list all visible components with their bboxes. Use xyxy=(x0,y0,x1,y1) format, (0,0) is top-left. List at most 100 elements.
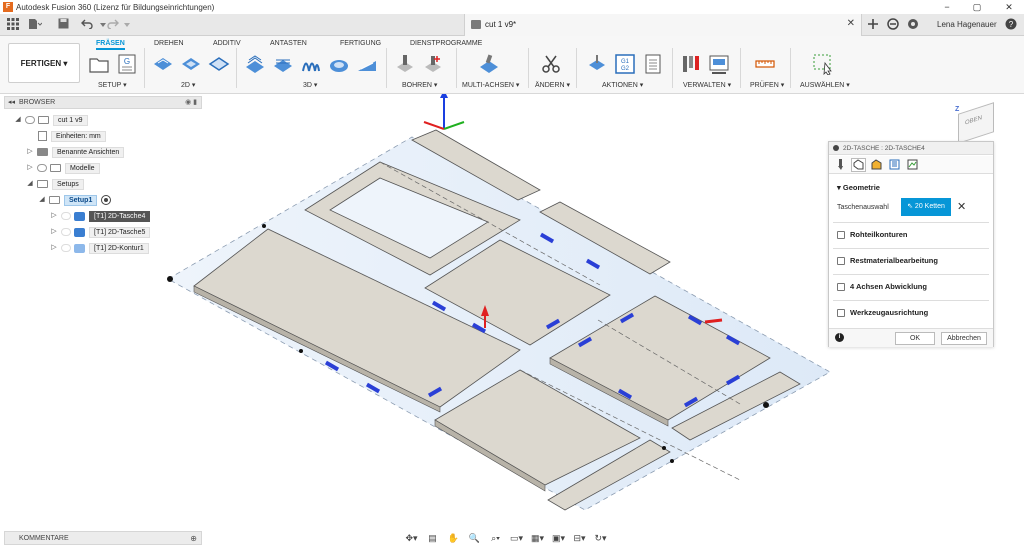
drill-icon[interactable] xyxy=(394,53,416,75)
info-icon[interactable]: i xyxy=(835,333,844,342)
scissors-icon[interactable] xyxy=(540,53,562,75)
geometry-tab-icon[interactable] xyxy=(851,158,866,172)
pan-icon[interactable]: ✋ xyxy=(444,531,463,545)
3d-contour-icon[interactable] xyxy=(328,53,350,75)
pocket-selection-label: Taschenauswahl xyxy=(837,204,889,211)
checkbox[interactable] xyxy=(837,256,845,265)
undo-icon[interactable] xyxy=(80,18,94,32)
tab-antasten[interactable]: ANTASTEN xyxy=(270,40,307,47)
workspace-switcher[interactable]: FERTIGEN ▾ xyxy=(8,43,80,83)
pocket-selection-button[interactable]: ⇖ 20 Ketten xyxy=(901,198,951,216)
grid-settings-icon[interactable]: ▦▾ xyxy=(528,531,547,545)
linking-tab-icon[interactable] xyxy=(905,158,920,172)
group-2d[interactable]: 2D ▾ xyxy=(181,81,195,89)
3d-pocket-icon[interactable] xyxy=(272,53,294,75)
refresh-icon[interactable]: ↻▾ xyxy=(591,531,610,545)
multi-axis-icon[interactable] xyxy=(478,53,500,75)
notifications-icon[interactable] xyxy=(906,18,920,32)
group-3d[interactable]: 3D ▾ xyxy=(303,81,317,89)
document-tab[interactable]: cut 1 v9* ✕ xyxy=(464,14,862,36)
group-aktionen[interactable]: AKTIONEN ▾ xyxy=(602,81,643,89)
zoom-icon[interactable]: 🔍 xyxy=(465,531,484,545)
option-werkzeugausrichtung[interactable]: Werkzeugausrichtung xyxy=(837,308,987,317)
3d-adaptive-icon[interactable] xyxy=(244,53,266,75)
2d-pocket-icon[interactable] xyxy=(180,53,202,75)
cancel-button[interactable]: Abbrechen xyxy=(941,332,987,345)
checkbox[interactable] xyxy=(837,308,845,317)
measure-icon[interactable] xyxy=(754,53,776,75)
document-icon xyxy=(471,20,481,29)
tool-library-icon[interactable] xyxy=(680,53,702,75)
heights-tab-icon[interactable] xyxy=(869,158,884,172)
group-bohren[interactable]: BOHREN ▾ xyxy=(402,81,437,89)
orbit-icon[interactable]: ✥▾ xyxy=(402,531,421,545)
ribbon-separator xyxy=(386,48,387,88)
dialog-title-bar[interactable]: 2D-TASCHE : 2D-TASCHE4 xyxy=(829,142,993,155)
svg-text:G1: G1 xyxy=(621,59,630,65)
restore-button[interactable]: ▢ xyxy=(962,0,992,14)
help-icon[interactable]: ? xyxy=(1004,18,1018,32)
thread-icon[interactable] xyxy=(422,53,444,75)
option-label: Rohteilkonturen xyxy=(850,230,908,239)
redo-icon[interactable] xyxy=(106,18,120,32)
viewports-icon[interactable]: ▣▾ xyxy=(549,531,568,545)
minimize-button[interactable]: − xyxy=(932,0,962,14)
group-multi-achsen[interactable]: MULTI-ACHSEN ▾ xyxy=(462,81,519,89)
tab-additiv[interactable]: ADDITIV xyxy=(213,40,241,47)
option-label: Werkzeugausrichtung xyxy=(850,308,929,317)
simulate-icon[interactable] xyxy=(586,53,608,75)
add-comment-icon[interactable]: ⊕ xyxy=(190,534,197,543)
group-auswaehlen[interactable]: AUSWÄHLEN ▾ xyxy=(800,81,850,89)
close-window-button[interactable]: ✕ xyxy=(994,0,1024,14)
option-label: 4 Achsen Abwicklung xyxy=(850,282,927,291)
group-verwalten[interactable]: VERWALTEN ▾ xyxy=(683,81,731,89)
clear-selection-icon[interactable]: ✕ xyxy=(957,200,966,213)
viewcube-z-axis: Z xyxy=(955,106,960,113)
select-icon[interactable] xyxy=(812,53,834,76)
app-grid-icon[interactable] xyxy=(6,18,20,32)
option-4-achsen[interactable]: 4 Achsen Abwicklung xyxy=(837,282,987,291)
2d-adaptive-icon[interactable] xyxy=(152,53,174,75)
checkbox[interactable] xyxy=(837,230,845,239)
2d-contour-icon[interactable] xyxy=(208,53,230,75)
setup-sheet-doc-icon[interactable] xyxy=(642,53,664,75)
tab-fertigung[interactable]: FERTIGUNG xyxy=(340,40,381,47)
ok-button[interactable]: OK xyxy=(895,332,935,345)
option-rohteilkonturen[interactable]: Rohteilkonturen xyxy=(837,230,987,239)
close-tab-icon[interactable]: ✕ xyxy=(847,18,855,29)
job-status-icon[interactable] xyxy=(886,18,900,32)
new-tab-icon[interactable] xyxy=(866,18,880,32)
machine-library-icon[interactable] xyxy=(708,53,730,75)
toolbar-ribbon: FERTIGEN ▾ FRÄSEN DREHEN ADDITIV ANTASTE… xyxy=(0,36,1024,94)
3d-ramp-icon[interactable] xyxy=(356,53,378,75)
tab-drehen[interactable]: DREHEN xyxy=(154,40,184,47)
post-process-icon[interactable]: G1 G2 xyxy=(614,53,636,75)
setup-folder-icon[interactable] xyxy=(88,53,110,75)
save-icon[interactable] xyxy=(56,18,70,32)
group-setup[interactable]: SETUP ▾ xyxy=(98,81,127,89)
look-at-icon[interactable]: ▤ xyxy=(423,531,442,545)
dialog-tabs xyxy=(829,156,993,174)
file-menu-icon[interactable] xyxy=(28,18,43,32)
tab-dienstprogramme[interactable]: DIENSTPROGRAMME xyxy=(410,40,482,47)
divider xyxy=(833,222,989,223)
checkbox[interactable] xyxy=(837,282,845,291)
setup-sheet-icon[interactable]: G xyxy=(116,53,138,75)
redo-dropdown-icon[interactable] xyxy=(120,18,134,32)
display-settings-icon[interactable]: ▭▾ xyxy=(507,531,526,545)
3d-parallel-icon[interactable] xyxy=(300,53,322,75)
group-aendern[interactable]: ÄNDERN ▾ xyxy=(535,81,570,89)
passes-tab-icon[interactable] xyxy=(887,158,902,172)
option-restmaterial[interactable]: Restmaterialbearbeitung xyxy=(837,256,987,265)
fit-icon[interactable]: ⌕▾ xyxy=(486,531,505,545)
user-name[interactable]: Lena Hagenauer xyxy=(937,20,997,29)
section-icon[interactable]: ⊟▾ xyxy=(570,531,589,545)
group-pruefen[interactable]: PRÜFEN ▾ xyxy=(750,81,784,89)
svg-text:G: G xyxy=(124,57,130,66)
tab-fraesen[interactable]: FRÄSEN xyxy=(96,40,125,50)
comments-panel[interactable]: KOMMENTARE ⊕ xyxy=(4,531,202,545)
divider xyxy=(833,300,989,301)
ribbon-separator xyxy=(790,48,791,88)
section-geometry[interactable]: ▾ Geometrie xyxy=(837,183,880,192)
tool-tab-icon[interactable] xyxy=(833,158,848,172)
